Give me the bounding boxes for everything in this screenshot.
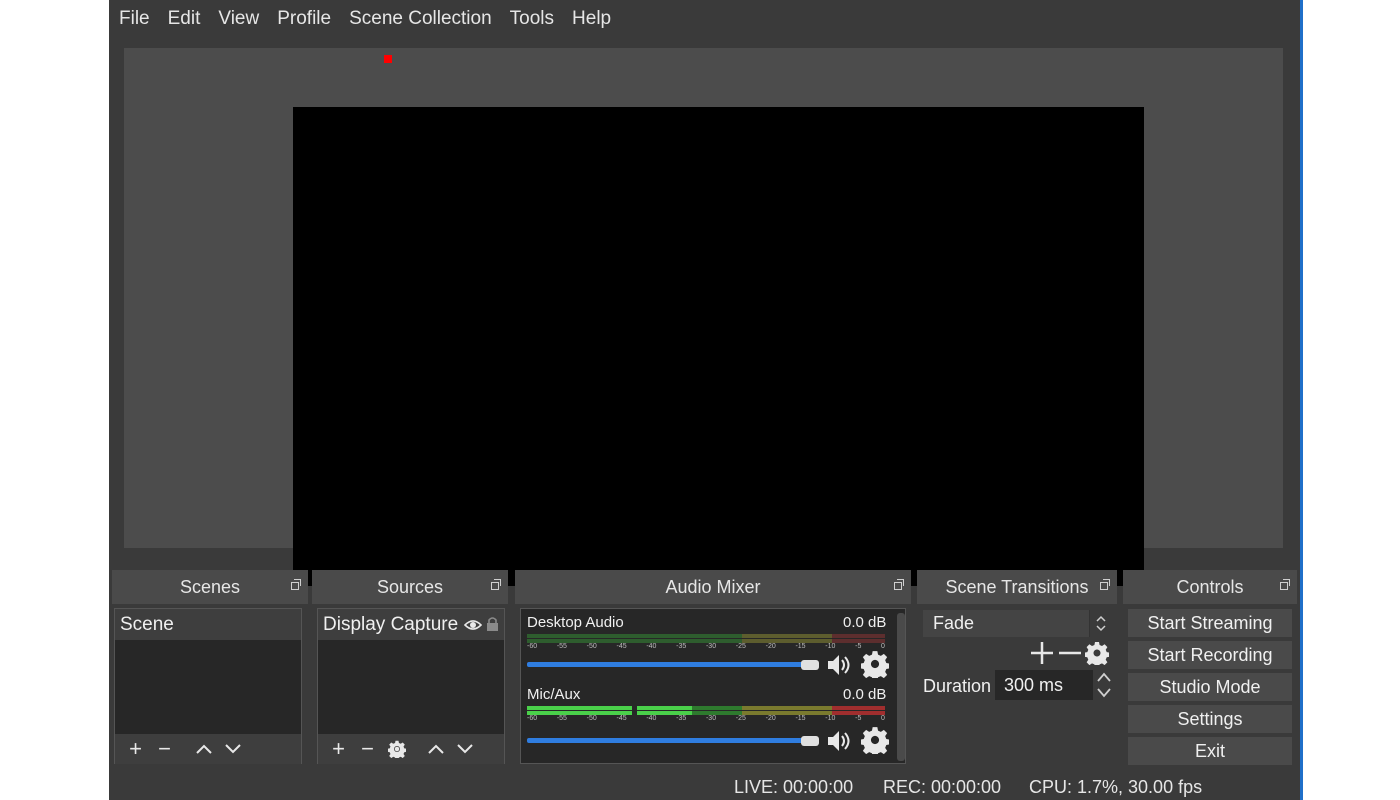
volume-meter <box>527 634 885 643</box>
float-dock-icon[interactable] <box>894 579 904 590</box>
transition-properties-gear-icon[interactable] <box>1084 641 1110 670</box>
move-up-icon[interactable] <box>189 736 218 762</box>
add-source-icon[interactable]: + <box>324 736 353 762</box>
move-down-icon[interactable] <box>218 736 247 762</box>
meter-scale: -60 -55 -50 -45 -40 -35 -30 -25 -20 -15 -10 -5 0 <box>527 715 885 722</box>
audio-mixer-title: Audio Mixer <box>665 576 761 597</box>
transition-select[interactable]: Fade <box>923 610 1111 637</box>
live-status: LIVE: 00:00:00 <box>734 777 854 797</box>
volume-slider-handle[interactable] <box>801 736 819 746</box>
menu-tools[interactable]: Tools <box>510 8 554 30</box>
exit-button[interactable]: Exit <box>1128 737 1292 765</box>
scene-item[interactable]: Scene <box>115 609 301 640</box>
source-resize-handle[interactable] <box>384 55 392 63</box>
source-item-label: Display Capture <box>323 613 459 635</box>
volume-slider[interactable] <box>527 662 817 667</box>
transition-select-value: Fade <box>933 613 975 633</box>
preview-area[interactable] <box>124 48 1283 586</box>
source-properties-gear-icon[interactable] <box>382 736 411 762</box>
updown-chevron-icon[interactable] <box>1089 610 1111 637</box>
menu-help[interactable]: Help <box>572 8 611 30</box>
channel-db: 0.0 dB <box>843 614 887 631</box>
meter-scale: -60 -55 -50 -45 -40 -35 -30 -25 -20 -15 -10 -5 0 <box>527 643 885 650</box>
volume-slider[interactable] <box>527 738 817 743</box>
channel-name: Mic/Aux <box>527 686 581 703</box>
mixer-channels: Desktop Audio 0.0 dB -60 -55 -50 -45 -40 -35-… <box>520 608 906 764</box>
speaker-icon[interactable] <box>825 727 853 755</box>
duration-value: 300 ms <box>1004 674 1064 695</box>
spin-arrows-icon[interactable] <box>1095 670 1113 705</box>
start-streaming-button[interactable]: Start Streaming <box>1128 609 1292 637</box>
sources-dock-title: Sources <box>312 570 508 604</box>
controls-title: Controls <box>1176 576 1244 597</box>
speaker-icon[interactable] <box>825 651 853 679</box>
remove-scene-icon[interactable]: − <box>150 736 179 762</box>
scenes-title: Scenes <box>179 576 241 597</box>
menu-scene-collection[interactable]: Scene Collection <box>349 8 492 30</box>
float-dock-icon[interactable] <box>291 579 301 590</box>
obs-window: File Edit View Profile Scene Collection … <box>109 0 1297 800</box>
mixer-scrollbar[interactable] <box>897 613 905 761</box>
remove-source-icon[interactable]: − <box>353 736 382 762</box>
duration-label: Duration <box>923 676 992 696</box>
source-item[interactable]: Display Capture <box>318 609 504 640</box>
sources-dock: Sources Display Capture + − <box>312 570 508 766</box>
gear-icon[interactable] <box>861 650 889 678</box>
scenes-list[interactable]: Scene + − <box>114 608 302 764</box>
menu-view[interactable]: View <box>218 8 259 30</box>
scenes-dock: Scenes Scene + − <box>112 570 308 766</box>
add-scene-icon[interactable]: + <box>121 736 150 762</box>
float-dock-icon[interactable] <box>1280 579 1290 590</box>
audio-mixer-dock-title: Audio Mixer <box>515 570 911 604</box>
move-down-icon[interactable] <box>450 736 479 762</box>
rec-status: REC: 00:00:00 <box>883 777 1002 797</box>
lock-icon[interactable] <box>486 615 499 637</box>
window-edge <box>1297 0 1303 800</box>
menu-bar: File Edit View Profile Scene Collection … <box>109 0 1297 38</box>
settings-button[interactable]: Settings <box>1128 705 1292 733</box>
channel-name: Desktop Audio <box>527 614 624 631</box>
sources-toolbar: + − <box>318 734 504 764</box>
cpu-status: CPU: 1.7%, 30.00 fps <box>1029 777 1203 797</box>
float-dock-icon[interactable] <box>1100 579 1110 590</box>
controls-dock-title: Controls <box>1123 570 1297 604</box>
menu-file[interactable]: File <box>119 8 150 30</box>
scenes-dock-title: Scenes <box>112 570 308 604</box>
visibility-eye-icon[interactable] <box>463 616 483 638</box>
preview-canvas[interactable] <box>293 107 1144 586</box>
studio-mode-button[interactable]: Studio Mode <box>1128 673 1292 701</box>
move-up-icon[interactable] <box>421 736 450 762</box>
remove-transition-icon[interactable] <box>1057 640 1083 671</box>
gear-icon[interactable] <box>861 726 889 754</box>
controls-dock: Controls Start Streaming Start Recording… <box>1123 570 1297 766</box>
scene-item-label: Scene <box>120 613 174 635</box>
scene-transitions-dock-title: Scene Transitions <box>917 570 1117 604</box>
menu-edit[interactable]: Edit <box>168 8 201 30</box>
float-dock-icon[interactable] <box>491 579 501 590</box>
sources-list[interactable]: Display Capture + − <box>317 608 505 764</box>
volume-slider-handle[interactable] <box>801 660 819 670</box>
add-transition-icon[interactable] <box>1029 640 1055 671</box>
start-recording-button[interactable]: Start Recording <box>1128 641 1292 669</box>
scenes-toolbar: + − <box>115 734 301 764</box>
menu-profile[interactable]: Profile <box>277 8 331 30</box>
audio-mixer-dock: Audio Mixer Desktop Audio 0.0 dB -60 -55-… <box>515 570 911 766</box>
volume-meter <box>527 706 885 715</box>
scene-transitions-dock: Scene Transitions Fade Duration 300 ms <box>917 570 1117 766</box>
duration-spinbox[interactable]: 300 ms <box>995 670 1093 700</box>
sources-title: Sources <box>376 576 444 597</box>
scene-transitions-title: Scene Transitions <box>945 576 1089 597</box>
channel-db: 0.0 dB <box>843 686 887 703</box>
